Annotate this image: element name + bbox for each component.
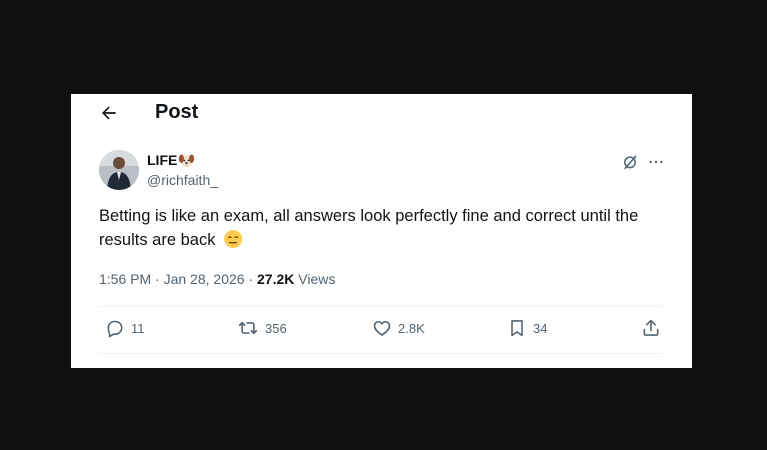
views-count: 27.2K	[257, 271, 295, 287]
grok-icon	[624, 155, 637, 170]
repost-button[interactable]: 356	[237, 318, 287, 338]
post-card: Post LIFE @richfaith_ Betting is like an…	[71, 94, 692, 368]
repost-icon	[238, 321, 258, 335]
more-options-button[interactable]	[645, 151, 667, 173]
tweet-text: Betting is like an exam, all answers loo…	[99, 204, 669, 252]
tweet-time[interactable]: 1:56 PM	[99, 271, 151, 287]
repost-count: 356	[265, 320, 287, 336]
back-button[interactable]	[97, 101, 121, 125]
reply-count: 11	[131, 320, 145, 336]
bookmark-button[interactable]: 34	[507, 318, 547, 338]
bookmark-count: 34	[533, 320, 548, 336]
bookmark-icon	[511, 320, 523, 337]
grok-button[interactable]	[619, 151, 641, 173]
arrow-left-icon	[102, 106, 116, 120]
meta-separator: ·	[248, 271, 258, 287]
views-label: Views	[298, 271, 336, 287]
more-horizontal-icon	[649, 160, 663, 164]
avatar[interactable]	[99, 150, 139, 190]
page-title: Post	[155, 101, 199, 123]
like-count: 2.8K	[398, 320, 425, 336]
avatar-image	[99, 150, 139, 190]
action-bar: 11 356 2.8K 34	[99, 318, 663, 342]
like-button[interactable]: 2.8K	[372, 318, 425, 338]
divider	[99, 353, 663, 354]
reply-icon	[107, 320, 123, 338]
reply-button[interactable]: 11	[105, 318, 145, 338]
tweet-meta: 1:56 PM · Jan 28, 2026 · 27.2K Views	[99, 269, 335, 289]
author-name-row[interactable]: LIFE	[147, 151, 195, 169]
tweet-date[interactable]: Jan 28, 2026	[164, 271, 245, 287]
author-handle[interactable]: @richfaith_	[147, 171, 218, 189]
share-button[interactable]	[641, 318, 661, 338]
share-icon	[643, 319, 659, 336]
expressionless-face-icon	[224, 230, 243, 248]
meta-separator: ·	[155, 271, 164, 287]
tweet-text-body: Betting is like an exam, all answers loo…	[99, 207, 639, 249]
heart-icon	[373, 320, 391, 336]
author-display-name[interactable]: LIFE	[147, 151, 177, 169]
dog-face-icon	[179, 154, 195, 167]
divider	[99, 306, 663, 307]
post-header: Post	[71, 94, 692, 130]
